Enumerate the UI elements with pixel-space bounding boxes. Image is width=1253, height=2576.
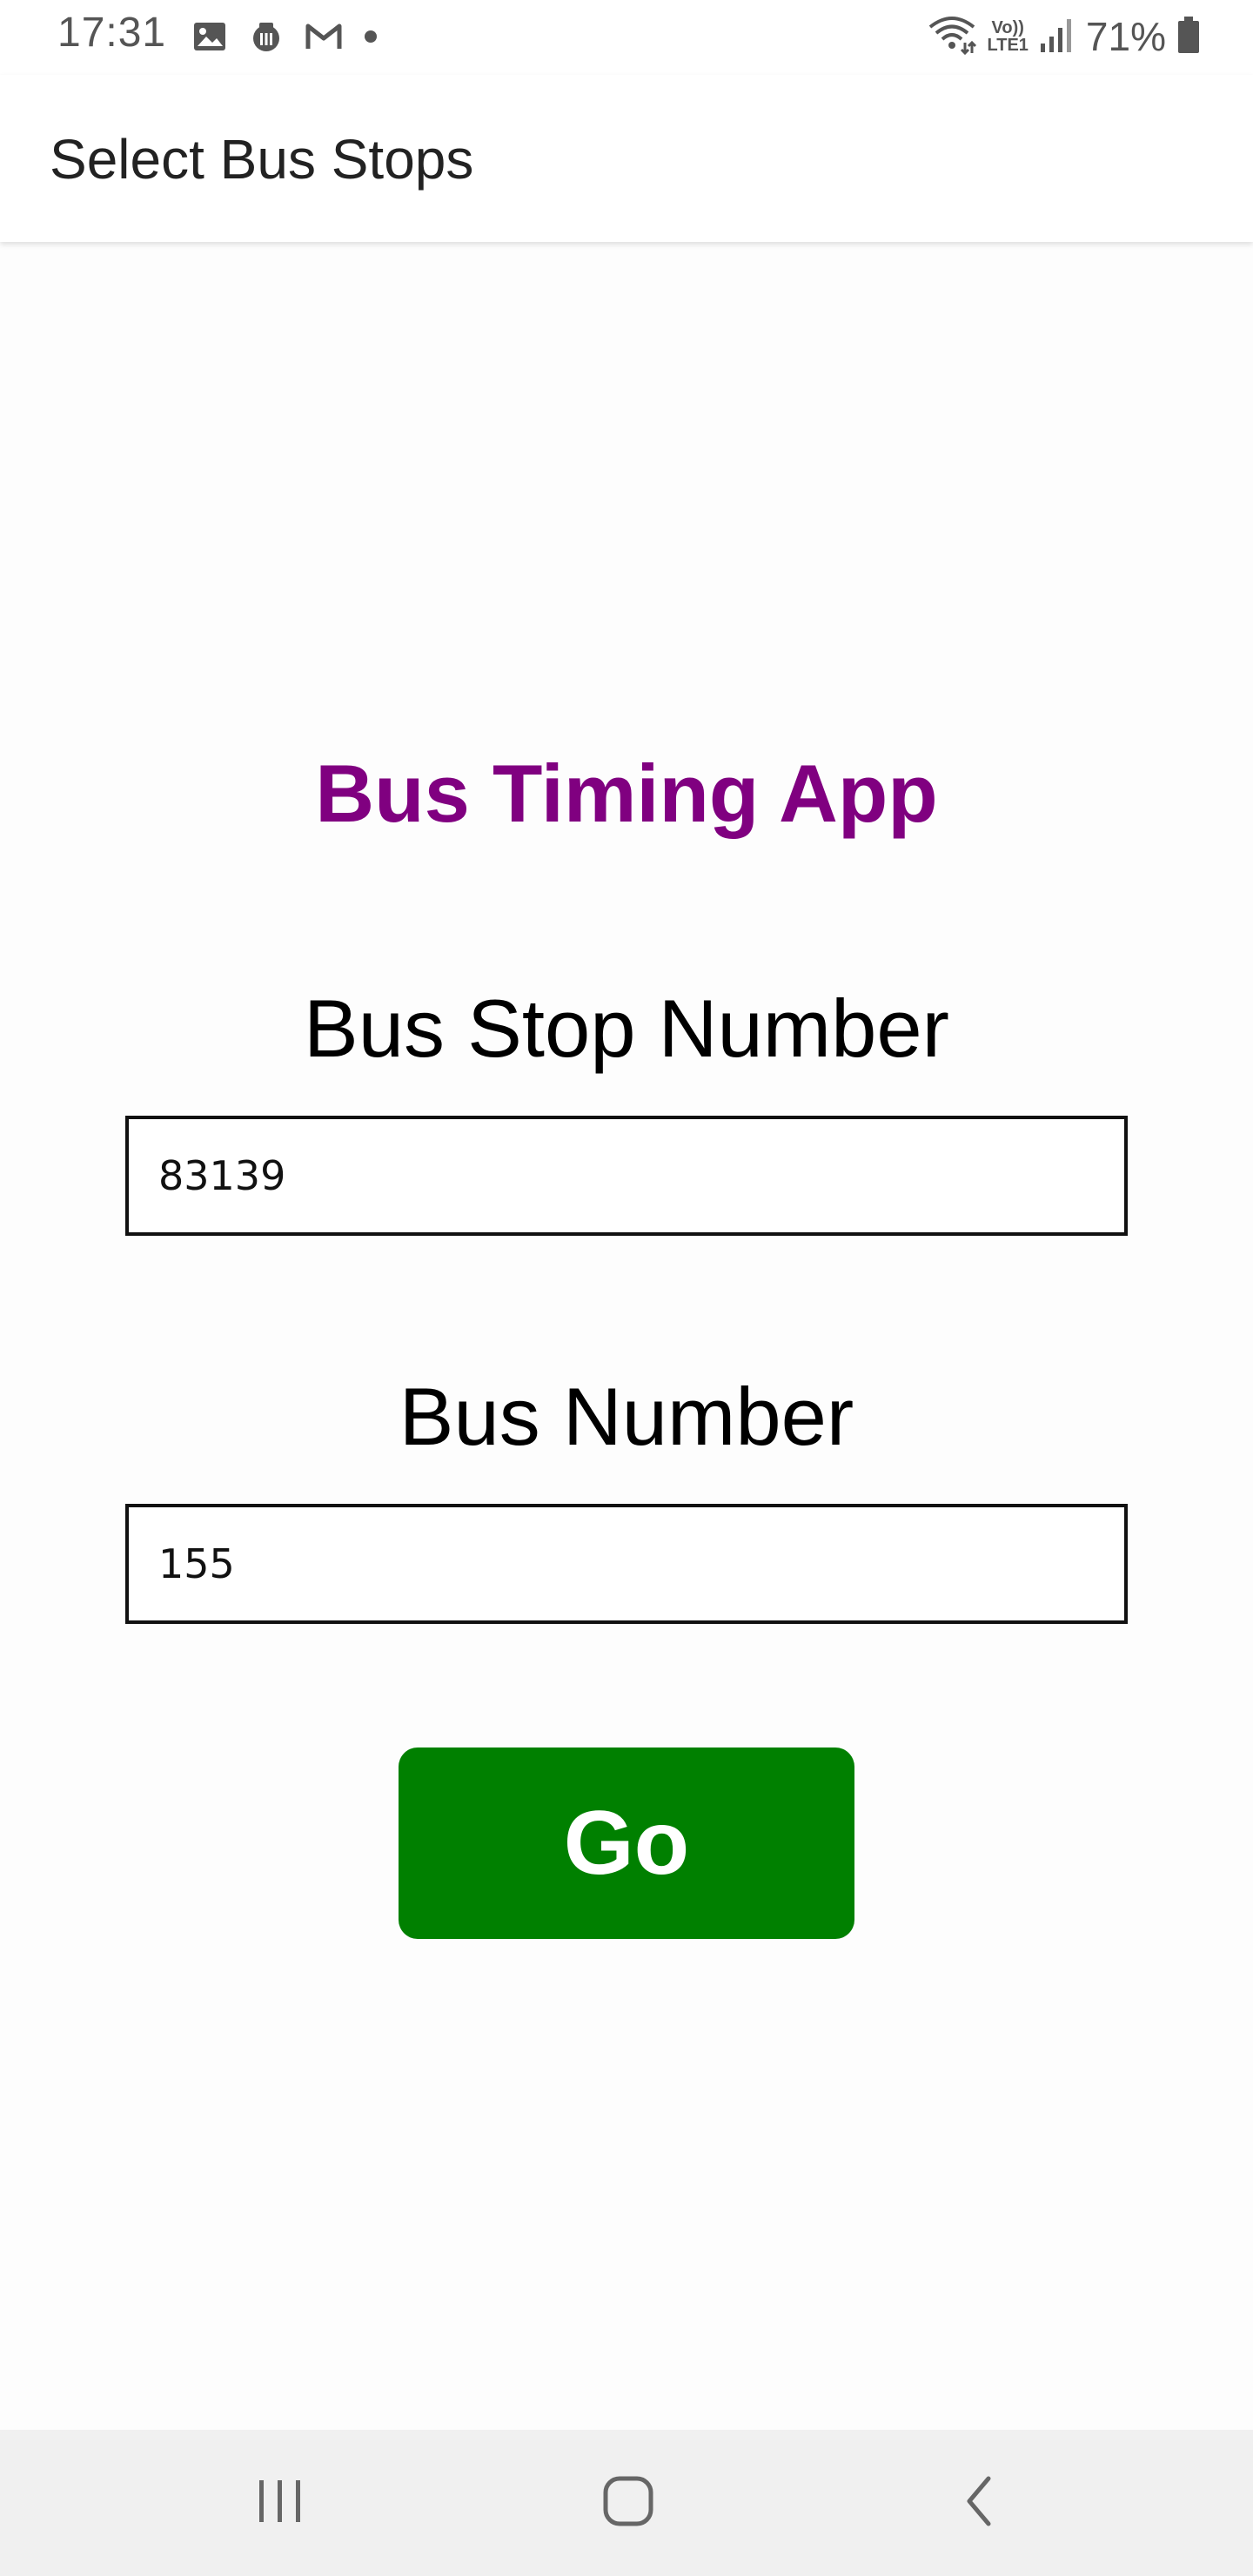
- bus-number-field[interactable]: [125, 1504, 1128, 1624]
- go-button[interactable]: Go: [399, 1748, 854, 1939]
- lte-label: LTE1: [987, 36, 1029, 55]
- bus-stop-number-label: Bus Stop Number: [304, 983, 949, 1074]
- back-icon: [959, 2473, 1001, 2533]
- app-notification-icon: [247, 17, 285, 56]
- bus-stop-number-field[interactable]: [125, 1116, 1128, 1236]
- dot-icon: [362, 28, 379, 45]
- app-bar-title: Select Bus Stops: [50, 128, 474, 191]
- back-button[interactable]: [893, 2430, 1067, 2576]
- gmail-icon: [305, 19, 343, 54]
- image-icon: [191, 18, 228, 55]
- volte-lte-icon: Vo)) LTE1: [988, 19, 1029, 54]
- bus-number-label: Bus Number: [399, 1371, 854, 1462]
- battery-icon: [1176, 15, 1201, 59]
- nav-bar: [0, 2430, 1253, 2576]
- recent-apps-icon: [254, 2477, 306, 2530]
- wifi-icon: [927, 13, 977, 61]
- home-button[interactable]: [541, 2430, 715, 2576]
- status-right: Vo)) LTE1 71%: [927, 12, 1202, 61]
- screen: 17:31 Vo)) LTE1 71% Select Bus Stops Bus…: [0, 0, 1253, 2576]
- app-bar: Select Bus Stops: [0, 75, 1253, 242]
- battery-percent: 71%: [1085, 14, 1166, 59]
- bus-number-input[interactable]: [129, 1507, 1124, 1620]
- bus-stop-number-input[interactable]: [129, 1119, 1124, 1232]
- recent-apps-button[interactable]: [193, 2430, 367, 2576]
- status-left-icons: [191, 16, 379, 57]
- home-icon: [600, 2473, 656, 2533]
- signal-icon: [1039, 16, 1075, 58]
- app-title: Bus Timing App: [315, 748, 938, 839]
- status-time: 17:31: [57, 10, 167, 56]
- volte-label: Vo)): [991, 18, 1024, 37]
- status-bar: 17:31 Vo)) LTE1 71%: [0, 0, 1253, 75]
